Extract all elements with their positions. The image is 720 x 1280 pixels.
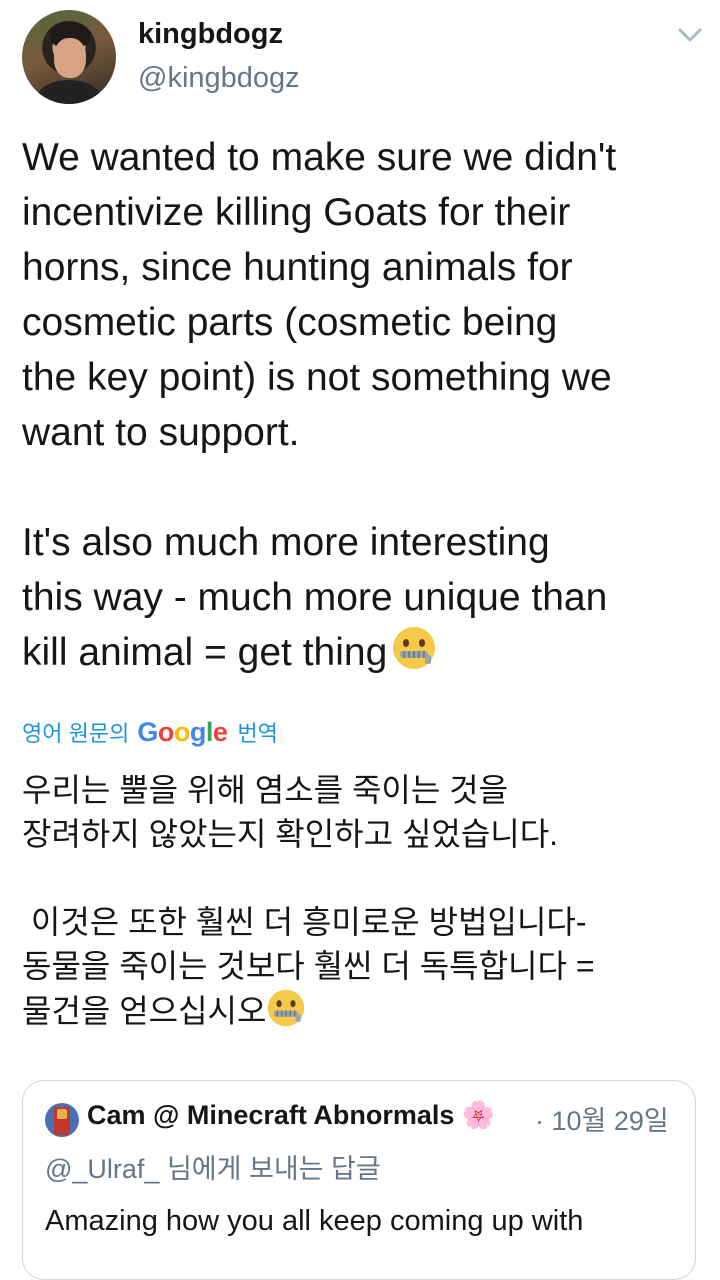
- quoted-reply-handle[interactable]: @_Ulraf_: [45, 1154, 159, 1184]
- quoted-author-avatar: [45, 1103, 79, 1137]
- zipper-mouth-face-icon: [268, 989, 305, 1027]
- translated-text: 우리는 뿔을 위해 염소를 죽이는 것을 장려하지 않았는지 확인하고 싶었습니…: [22, 768, 712, 1033]
- zipper-mouth-face-icon: [393, 627, 436, 669]
- quoted-tweet-card[interactable]: Cam @ Minecraft Abnormals 🌸 · 10월 29일 @_…: [22, 1080, 696, 1280]
- quoted-tweet-text: Amazing how you all keep coming up with: [45, 1205, 584, 1237]
- quoted-reply-suffix: 님에게 보내는 답글: [159, 1154, 381, 1184]
- tweet-text: We wanted to make sure we didn't incenti…: [22, 130, 712, 680]
- author-avatar[interactable]: [22, 10, 116, 104]
- translate-label[interactable]: 영어 원문의: [22, 716, 129, 748]
- translated-paragraph-1: 우리는 뿔을 위해 염소를 죽이는 것을 장려하지 않았는지 확인하고 싶었습니…: [22, 772, 559, 852]
- author-display-name[interactable]: kingbdogz: [138, 18, 283, 51]
- tweet-paragraph-1: We wanted to make sure we didn't incenti…: [22, 136, 617, 454]
- quoted-reply-context: @_Ulraf_ 님에게 보내는 답글: [45, 1147, 381, 1186]
- chevron-down-icon[interactable]: [676, 24, 704, 46]
- translated-paragraph-2: 이것은 또한 훨씬 더 흥미로운 방법입니다- 동물을 죽이는 것보다 훨씬 더…: [22, 904, 595, 1029]
- google-logo: Google: [137, 716, 228, 747]
- tweet-paragraph-2: It's also much more interesting this way…: [22, 521, 608, 674]
- author-handle[interactable]: @kingbdogz: [138, 62, 300, 95]
- quoted-tweet-date: · 10월 29일: [535, 1106, 669, 1136]
- quoted-author-name: Cam @ Minecraft Abnormals 🌸: [87, 1100, 496, 1130]
- translate-action[interactable]: 번역: [237, 716, 277, 748]
- translate-row[interactable]: 영어 원문의 Google 번역: [22, 712, 278, 752]
